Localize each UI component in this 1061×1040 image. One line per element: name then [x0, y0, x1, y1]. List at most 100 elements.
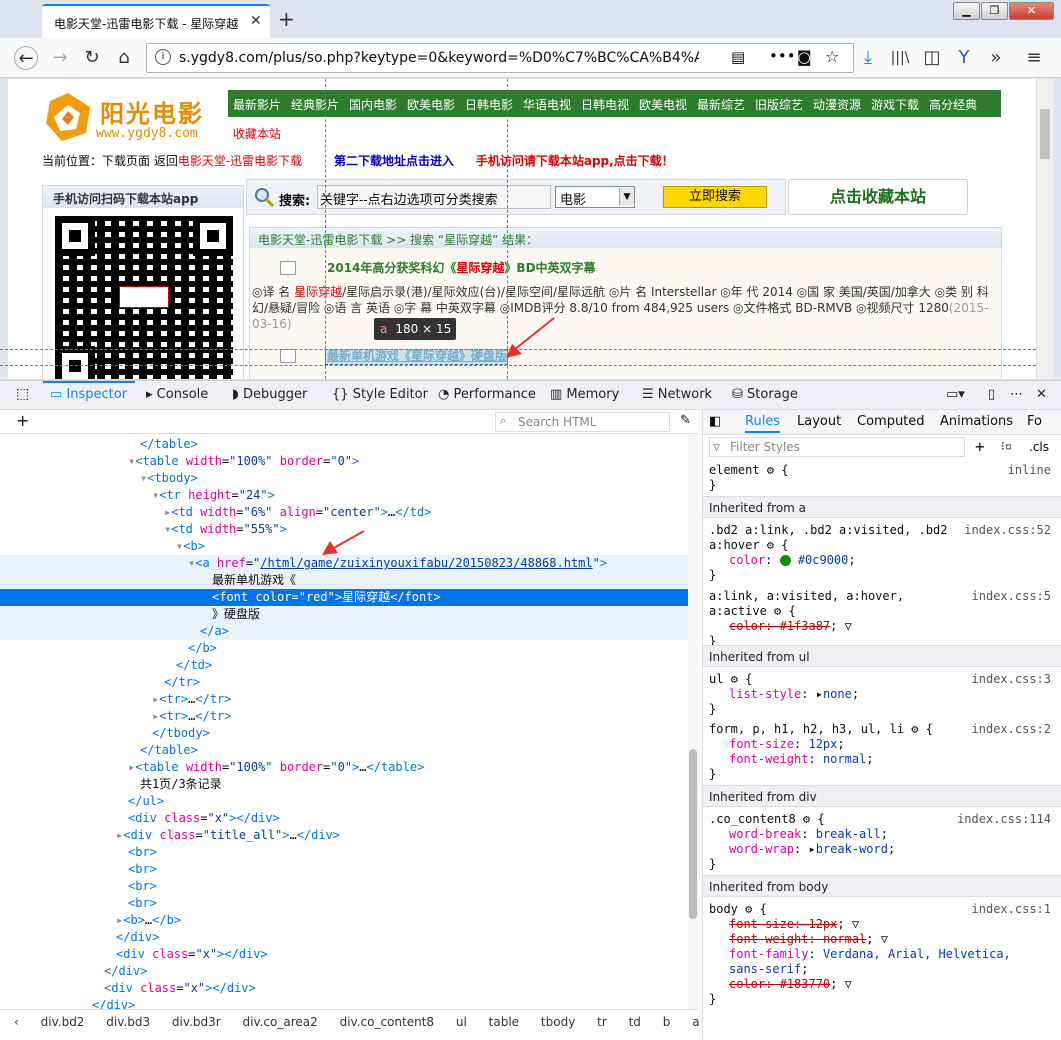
markup-line[interactable]: <br> [0, 878, 688, 895]
crumb-item[interactable]: div.co_area2 [243, 1015, 318, 1029]
app-download-link[interactable]: 手机访问请下载本站app,点击下载！ [476, 154, 674, 168]
filter-styles-input[interactable]: Filter Styles [709, 437, 965, 457]
add-node-icon[interactable]: + [16, 411, 29, 430]
rule-selector[interactable]: .co_content8 ⚙ { [709, 812, 825, 827]
tab-rules[interactable]: Rules [745, 414, 781, 433]
markup-line[interactable]: 》硬盘版 [0, 606, 688, 623]
tab-inspector[interactable]: ▭ Inspector [50, 387, 127, 402]
markup-line[interactable]: </ul> [0, 793, 688, 810]
crumb-item[interactable]: table [489, 1015, 519, 1029]
cls-toggle[interactable]: .cls [1029, 440, 1049, 454]
nav-item[interactable]: 日韩电视 [581, 96, 629, 113]
nav-item[interactable]: 最新综艺 [697, 96, 745, 113]
crumb-item[interactable]: div.bd3r [172, 1015, 221, 1029]
rule-source[interactable]: index.css:114 [957, 812, 1051, 826]
rule-declaration[interactable]: font-weight: normal; ▽ [729, 932, 888, 947]
home-icon[interactable]: ⌂ [112, 46, 136, 70]
markup-scrollbar[interactable] [688, 434, 698, 1009]
tab-layout[interactable]: Layout [797, 414, 841, 429]
options-icon[interactable]: ⋯ [1010, 387, 1023, 402]
nav-item[interactable]: 国内电影 [349, 96, 397, 113]
markup-line[interactable]: ▸<tr>…</tr> [0, 691, 688, 708]
markup-line[interactable]: <br> [0, 844, 688, 861]
markup-line[interactable]: ▾<table width="100%" border="0"> [0, 453, 688, 470]
rule-declaration[interactable]: color: #1f3a87; ▽ [729, 619, 852, 634]
sidebar-toggle-icon[interactable]: ◧ [709, 414, 721, 429]
crumb-item[interactable]: div.co_content8 [340, 1015, 434, 1029]
more-icon[interactable]: ••• [769, 47, 796, 65]
nav-item[interactable]: 游戏下载 [871, 96, 919, 113]
markup-line[interactable]: <div class="x"></div> [0, 946, 688, 963]
search-button[interactable]: 立即搜索 [663, 186, 767, 208]
tab-memory[interactable]: ▥ Memory [550, 387, 619, 402]
rule-declaration[interactable]: color: #183770; ▽ [729, 977, 852, 992]
nav-item[interactable]: 欧美电影 [407, 96, 455, 113]
category-select[interactable]: 电影 ▼ [555, 186, 635, 208]
window-close-icon[interactable]: ✕ [1009, 2, 1054, 20]
pocket-icon[interactable]: ◙ [797, 48, 812, 66]
markup-line[interactable]: ▾<a href="/html/game/zuixinyouxifabu/201… [0, 555, 688, 572]
download-icon[interactable]: ⤓ [856, 46, 880, 70]
dock-icon[interactable]: ▭▾ [946, 387, 965, 402]
rule-declaration[interactable]: font-size: 12px; ▽ [729, 917, 859, 932]
search-input[interactable]: 关键字--点右边选项可分类搜索 [317, 185, 551, 209]
markup-line[interactable]: ▸<b>…</b> [0, 912, 688, 929]
rule-selector[interactable]: a:link, a:visited, a:hover, [709, 589, 904, 604]
tab-performance[interactable]: ◔ Performance [438, 387, 536, 402]
tab-animations[interactable]: Animations [940, 414, 1013, 429]
crumb-item[interactable]: td [629, 1015, 641, 1029]
markup-line[interactable]: </div> [0, 997, 688, 1009]
nav-item[interactable]: 日韩电影 [465, 96, 513, 113]
search-html-input[interactable]: Search HTML [495, 412, 670, 432]
crumb-item[interactable]: tr [597, 1015, 607, 1029]
tab-computed[interactable]: Computed [857, 414, 925, 429]
rule-source[interactable]: index.css:3 [972, 672, 1051, 686]
tab-style-editor[interactable]: {} Style Editor [332, 387, 428, 402]
markup-line[interactable]: </tbody> [0, 725, 688, 742]
markup-line[interactable]: </a> [0, 623, 688, 640]
forward-icon[interactable]: → [48, 46, 72, 70]
markup-line[interactable]: </table> [0, 742, 688, 759]
minimize-icon[interactable]: ▁ [953, 2, 980, 20]
nav-item[interactable]: 经典影片 [291, 96, 339, 113]
rule-source[interactable]: index.css:1 [972, 902, 1051, 916]
tab-debugger[interactable]: ◗ Debugger [232, 387, 307, 402]
sidebar-icon[interactable]: ◫ [920, 46, 944, 70]
close-devtools-icon[interactable]: ✕ [1036, 387, 1047, 402]
pick-element-icon[interactable]: ⬚ [16, 386, 29, 402]
menu-icon[interactable]: ≡ [1022, 46, 1046, 70]
new-tab-icon[interactable]: + [278, 7, 295, 31]
reload-icon[interactable]: ↻ [80, 46, 104, 70]
library-icon[interactable]: |||\ [888, 46, 912, 70]
rule-declaration[interactable]: font-size: 12px; [729, 737, 845, 752]
url-bar[interactable]: i s.ygdy8.com/plus/so.php?keytype=0&keyw… [146, 43, 854, 73]
markup-line[interactable]: ▸<table width="100%" border="0">…</table… [0, 759, 688, 776]
rule-selector[interactable]: .bd2 a:link, .bd2 a:visited, .bd2 [709, 523, 947, 538]
nav-item[interactable]: 欧美电视 [639, 96, 687, 113]
rule-declaration[interactable]: list-style: ▸none; [729, 687, 859, 702]
markup-line[interactable]: ▸<tr>…</tr> [0, 708, 688, 725]
nav-item[interactable]: 高分经典 [929, 96, 977, 113]
crumb-item[interactable]: ul [456, 1015, 467, 1029]
extension-icon[interactable]: Y [952, 46, 976, 70]
markup-line[interactable]: </b> [0, 640, 688, 657]
favorite-link[interactable]: 收藏本站 [233, 125, 281, 142]
markup-line[interactable]: <br> [0, 861, 688, 878]
rule-declaration[interactable]: font-family: Verdana, Arial, Helvetica, … [729, 947, 1049, 977]
markup-line[interactable]: ▸<td width="6%" align="center">…</td> [0, 504, 688, 521]
info-icon[interactable]: i [155, 49, 171, 65]
site-logo[interactable]: 阳光电影 www.ygdy8.com [42, 89, 222, 145]
markup-line[interactable]: ▾<tbody> [0, 470, 688, 487]
crumb-item[interactable]: div.bd2 [41, 1015, 85, 1029]
markup-line[interactable]: <div class="x"></div> [0, 810, 688, 827]
nav-item[interactable]: 最新影片 [233, 96, 281, 113]
crumb-item[interactable]: tbody [541, 1015, 575, 1029]
markup-line[interactable]: </tr> [0, 674, 688, 691]
rule-selector[interactable]: a:active ⚙ { [709, 604, 796, 619]
markup-line[interactable]: </td> [0, 657, 688, 674]
markup-line[interactable]: <br> [0, 895, 688, 912]
markup-line[interactable]: 最新单机游戏《 [0, 572, 688, 589]
page-scrollbar[interactable] [1036, 79, 1053, 379]
nav-item[interactable]: 旧版综艺 [755, 96, 803, 113]
rule-source[interactable]: index.css:5 [972, 589, 1051, 603]
